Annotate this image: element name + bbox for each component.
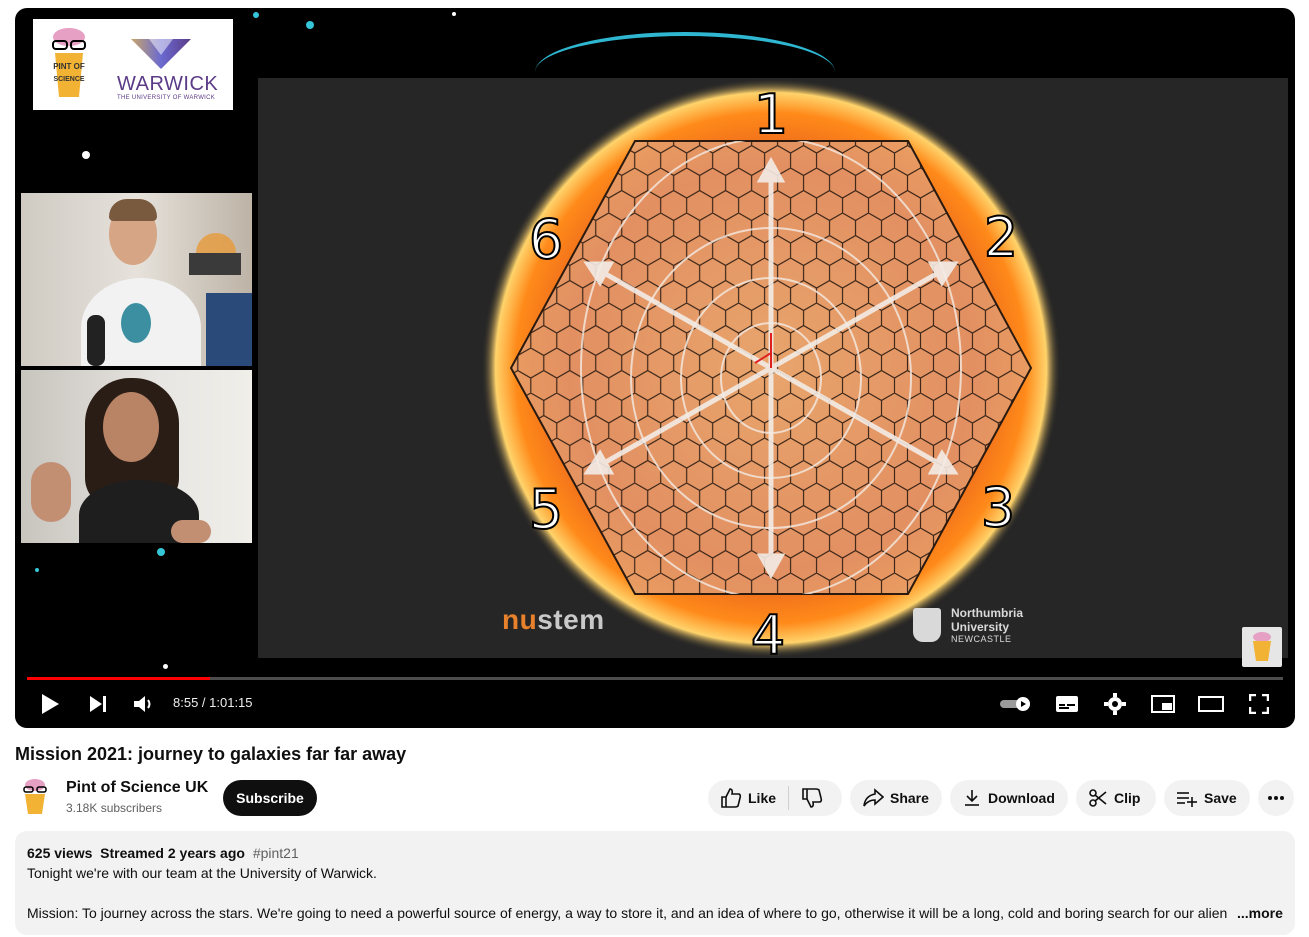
volume-icon: [134, 696, 151, 712]
save-button[interactable]: Save: [1164, 780, 1250, 816]
decorative-star: [82, 151, 90, 159]
description-line-1: Tonight we're with our team at the Unive…: [27, 865, 377, 881]
captions-icon: [1056, 696, 1078, 712]
segment-number-5: 5: [529, 478, 563, 541]
share-button[interactable]: Share: [850, 780, 942, 816]
view-count: 625 views: [27, 845, 93, 861]
theater-mode-icon: [1198, 696, 1224, 712]
decorative-star: [452, 12, 456, 16]
sponsor-logos: PINT OF SCIENCE WARWICK THE UNIVERSITY O…: [33, 19, 233, 110]
thumbs-up-icon: [721, 788, 742, 808]
subscribe-button[interactable]: Subscribe: [223, 780, 317, 816]
next-button[interactable]: [83, 691, 113, 717]
channel-avatar[interactable]: [15, 776, 55, 816]
video-title: Mission 2021: journey to galaxies far fa…: [15, 744, 407, 764]
decorative-star: [306, 21, 314, 29]
playlist-add-icon: [1177, 792, 1197, 807]
like-separator: [788, 786, 790, 810]
stream-date: Streamed 2 years ago: [100, 845, 245, 861]
pint-avatar-icon: [23, 779, 47, 814]
download-label: Download: [988, 790, 1055, 806]
presentation-slide: 1 2 3 4 5 6 nustem Northumbria Universit…: [258, 78, 1288, 658]
scissors-icon: [1089, 789, 1107, 807]
more-actions-button[interactable]: [1258, 780, 1294, 816]
channel-watermark[interactable]: [1242, 627, 1282, 667]
svg-text:SCIENCE: SCIENCE: [53, 76, 84, 83]
northumbria-line2: University: [951, 620, 1010, 634]
description-meta: 625 views Streamed 2 years ago #pint21: [27, 845, 299, 861]
autoplay-toggle-icon: [1000, 697, 1030, 711]
clip-label: Clip: [1114, 790, 1141, 806]
hashtag-link[interactable]: #pint21: [253, 845, 299, 861]
autoplay-toggle[interactable]: [998, 692, 1034, 716]
segment-number-4: 4: [751, 604, 785, 658]
play-icon: [42, 694, 59, 714]
play-button[interactable]: [35, 691, 65, 717]
captions-button[interactable]: [1053, 692, 1081, 716]
northumbria-logo: Northumbria University NEWCASTLE: [913, 606, 1053, 650]
progress-played: [27, 677, 210, 680]
fullscreen-button[interactable]: [1245, 692, 1273, 716]
download-icon: [965, 790, 979, 806]
segment-number-1: 1: [754, 83, 788, 146]
decorative-star: [35, 568, 39, 572]
decorative-star: [253, 12, 259, 18]
thumbs-down-icon: [802, 788, 823, 808]
mirror-hexagon-diagram: 1 2 3 4 5 6: [481, 78, 1061, 658]
volume-button[interactable]: [129, 691, 159, 717]
webcam-presenter-1: [21, 193, 252, 366]
settings-button[interactable]: [1101, 692, 1129, 716]
share-label: Share: [890, 790, 929, 806]
northumbria-line1: Northumbria: [951, 606, 1023, 620]
like-dislike-group: Like: [708, 780, 842, 816]
warwick-logo-mark: [131, 39, 191, 69]
show-more-link[interactable]: ...more: [1233, 905, 1283, 921]
settings-gear-icon: [1104, 693, 1126, 715]
theater-mode-button[interactable]: [1197, 692, 1225, 716]
segment-number-2: 2: [984, 206, 1018, 269]
progress-bar[interactable]: [27, 677, 1283, 680]
next-icon: [90, 696, 106, 712]
description-line-2: Mission: To journey across the stars. We…: [27, 905, 1227, 921]
save-label: Save: [1204, 790, 1237, 806]
channel-name[interactable]: Pint of Science UK: [66, 779, 208, 797]
nustem-logo: nustem: [502, 604, 605, 635]
clip-button[interactable]: Clip: [1076, 780, 1156, 816]
decorative-star: [157, 548, 165, 556]
northumbria-line3: NEWCASTLE: [951, 634, 1012, 644]
miniplayer-icon: [1151, 695, 1175, 713]
svg-text:PINT OF: PINT OF: [53, 62, 85, 71]
share-icon: [863, 788, 884, 807]
more-horizontal-icon: [1268, 796, 1284, 800]
warwick-wordmark: WARWICK: [117, 73, 219, 95]
subscriber-count: 3.18K subscribers: [66, 801, 163, 815]
pint-of-science-logo: PINT OF SCIENCE: [52, 28, 86, 97]
description-box[interactable]: 625 views Streamed 2 years ago #pint21 T…: [15, 831, 1295, 935]
fullscreen-icon: [1249, 694, 1269, 714]
like-button[interactable]: Like: [720, 787, 776, 809]
download-button[interactable]: Download: [950, 780, 1068, 816]
miniplayer-button[interactable]: [1149, 692, 1177, 716]
video-player[interactable]: PINT OF SCIENCE WARWICK THE UNIVERSITY O…: [15, 8, 1295, 728]
dislike-button[interactable]: [801, 787, 823, 809]
like-label: Like: [748, 790, 777, 806]
time-display: 8:55 / 1:01:15: [173, 695, 253, 710]
warwick-subtitle: THE UNIVERSITY OF WARWICK: [117, 95, 216, 101]
webcam-presenter-2: [21, 370, 252, 543]
segment-number-3: 3: [981, 476, 1015, 539]
segment-number-6: 6: [529, 208, 563, 271]
northumbria-crest-icon: [913, 608, 941, 642]
pint-watermark-icon: [1253, 632, 1271, 661]
